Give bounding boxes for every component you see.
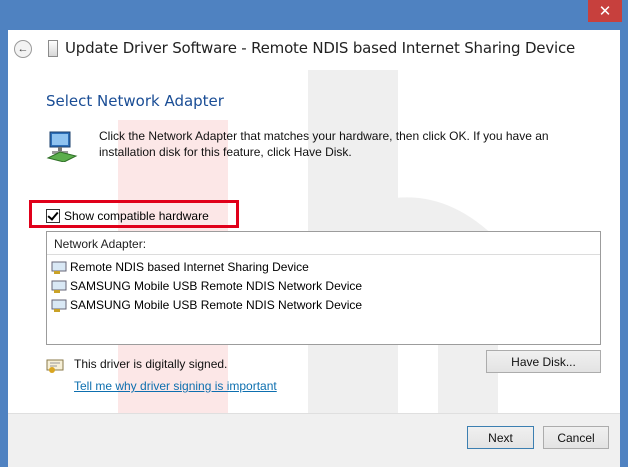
header-row: ← Update Driver Software - Remote NDIS b… bbox=[8, 30, 620, 68]
checkbox-checked-icon[interactable] bbox=[46, 209, 60, 223]
cancel-button[interactable]: Cancel bbox=[543, 426, 609, 449]
window-app-icon bbox=[48, 40, 58, 57]
list-header: Network Adapter: bbox=[54, 237, 147, 251]
list-item[interactable]: Remote NDIS based Internet Sharing Devic… bbox=[51, 258, 309, 276]
instruction-text: Click the Network Adapter that matches y… bbox=[99, 129, 549, 159]
checkbox-label: Show compatible hardware bbox=[64, 209, 209, 223]
signed-status: This driver is digitally signed. bbox=[74, 357, 228, 371]
list-item-label: Remote NDIS based Internet Sharing Devic… bbox=[70, 260, 309, 274]
show-compatible-checkbox[interactable]: Show compatible hardware bbox=[46, 209, 209, 223]
device-driver-icon bbox=[51, 280, 67, 293]
list-divider bbox=[47, 254, 600, 255]
adapter-listbox[interactable]: Network Adapter: Remote NDIS based Inter… bbox=[46, 231, 601, 345]
device-driver-icon bbox=[51, 261, 67, 274]
section-title: Select Network Adapter bbox=[46, 92, 224, 110]
network-adapter-icon bbox=[46, 131, 78, 162]
device-driver-icon bbox=[51, 299, 67, 312]
next-button[interactable]: Next bbox=[467, 426, 534, 449]
list-item-label: SAMSUNG Mobile USB Remote NDIS Network D… bbox=[70, 298, 363, 312]
certificate-icon bbox=[46, 359, 64, 373]
window-title: Update Driver Software - Remote NDIS bas… bbox=[65, 39, 576, 57]
dialog-window: ← Update Driver Software - Remote NDIS b… bbox=[8, 30, 620, 467]
have-disk-button[interactable]: Have Disk... bbox=[486, 350, 601, 373]
close-button[interactable]: ✕ bbox=[588, 0, 622, 22]
close-icon: ✕ bbox=[598, 2, 612, 20]
back-button[interactable]: ← bbox=[14, 40, 32, 58]
list-item[interactable]: SAMSUNG Mobile USB Remote NDIS Network D… bbox=[51, 296, 362, 314]
title-bar: ✕ bbox=[0, 0, 628, 30]
list-item[interactable]: SAMSUNG Mobile USB Remote NDIS Network D… bbox=[51, 277, 362, 295]
footer: Next Cancel bbox=[8, 413, 620, 467]
list-item-label: SAMSUNG Mobile USB Remote NDIS Network D… bbox=[70, 279, 363, 293]
driver-signing-link[interactable]: Tell me why driver signing is important bbox=[74, 379, 277, 393]
back-arrow-icon: ← bbox=[17, 43, 29, 55]
